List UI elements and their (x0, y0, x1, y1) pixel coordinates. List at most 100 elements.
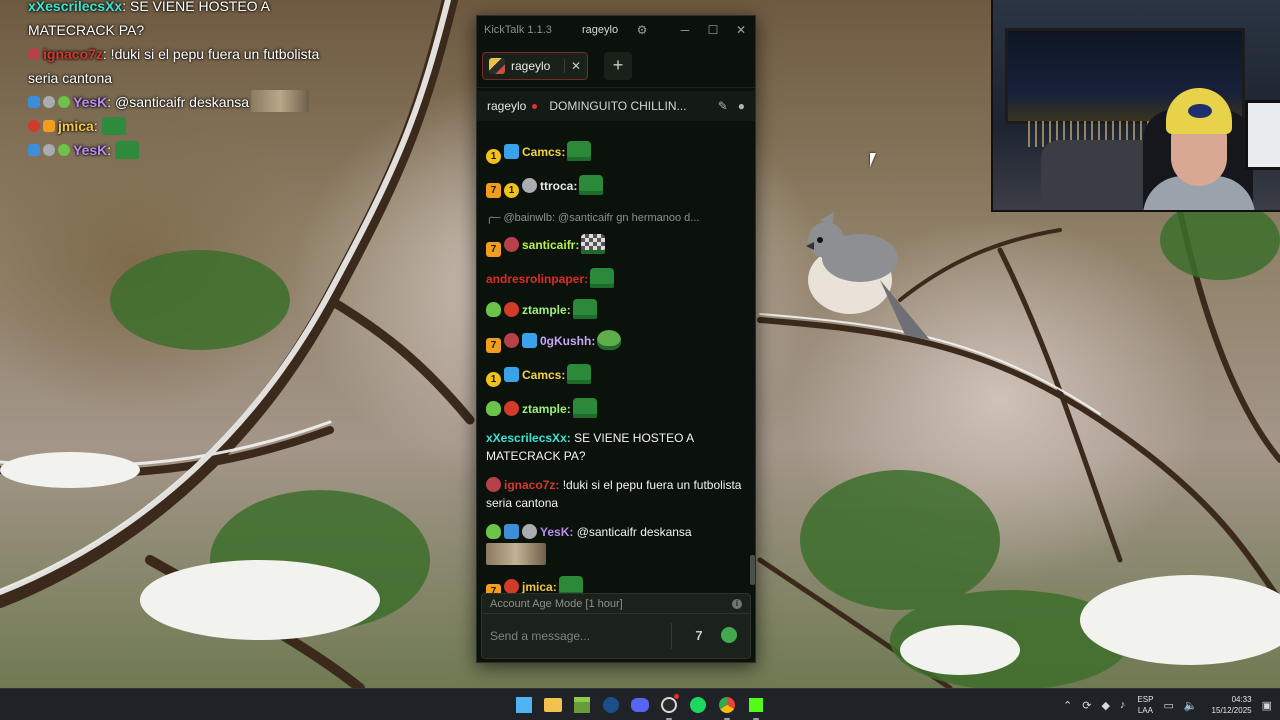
check-emote[interactable] (581, 234, 606, 254)
green-emote[interactable] (572, 299, 597, 319)
blue-badge-icon[interactable] (504, 367, 519, 382)
orange-badge-icon[interactable]: 7 (486, 584, 501, 593)
chat-username[interactable]: ignaco7z (504, 478, 555, 492)
add-tab-button[interactable]: + (604, 51, 632, 80)
green-emote[interactable] (567, 364, 592, 384)
live-indicator-icon (532, 103, 538, 109)
message-composer: Account Age Mode [1 hour] i 7 (481, 593, 751, 659)
close-icon[interactable]: ✕ (727, 23, 755, 37)
kick-icon[interactable] (744, 693, 768, 720)
overlay-message-text: !duki si el pepu fuera un futbolista (106, 46, 320, 62)
overlay-username: ignaco7z (43, 46, 103, 62)
green-emote[interactable] (579, 175, 604, 195)
silver-badge-icon[interactable] (522, 524, 537, 539)
green-emote[interactable] (572, 398, 597, 418)
red-badge-icon[interactable] (504, 401, 519, 416)
gear-icon[interactable]: ⚙ (628, 23, 656, 37)
green-emote[interactable] (558, 576, 583, 593)
pin-icon[interactable]: ✎ (718, 99, 728, 113)
chat-username[interactable]: santicaifr (522, 238, 575, 252)
sword-badge-icon (28, 96, 40, 108)
chat-scrollbar[interactable] (750, 141, 755, 593)
tab-close-icon[interactable]: ✕ (563, 58, 581, 73)
orange-badge-icon[interactable]: 7 (486, 338, 501, 353)
gold-badge-icon[interactable]: 1 (486, 149, 501, 164)
chat-username[interactable]: Camcs (522, 368, 561, 382)
chat-username[interactable]: ztample (522, 303, 567, 317)
gold-badge-icon[interactable]: 1 (486, 372, 501, 387)
keyboard-layout: LAA (1137, 706, 1153, 715)
chat-message: ignaco7z: !duki si el pepu fuera un futb… (486, 476, 743, 512)
alien-badge-icon[interactable] (486, 302, 501, 317)
username-separator: : (566, 402, 571, 416)
minecraft-icon[interactable] (570, 693, 594, 717)
green-emote[interactable] (567, 141, 592, 161)
message-input[interactable] (490, 629, 661, 643)
chat-username[interactable]: Camcs (522, 145, 561, 159)
blue-badge-icon[interactable] (504, 144, 519, 159)
silver-badge-icon[interactable] (522, 178, 537, 193)
mask-badge-icon (28, 48, 40, 60)
silver-badge-icon (43, 144, 55, 156)
chat-username[interactable]: xXescrilecsXx (486, 431, 567, 445)
window-titlebar[interactable]: KickTalk 1.1.3 rageylo ⚙ ─ ☐ ✕ (477, 16, 755, 44)
chat-username[interactable]: YesK (540, 525, 569, 539)
language-indicator[interactable]: ESP LAA (1137, 694, 1153, 716)
kick-emote-button[interactable]: 7 (686, 623, 712, 649)
emote-picker-button[interactable] (716, 623, 742, 649)
file-explorer-icon[interactable] (541, 693, 565, 717)
orange-badge-icon[interactable]: 7 (486, 242, 501, 257)
overlay-chat-line-continued: seria cantona (28, 66, 358, 90)
scrollbar-thumb[interactable] (750, 555, 755, 585)
minimize-icon[interactable]: ─ (671, 23, 699, 37)
red-badge-icon[interactable] (504, 579, 519, 593)
steam-icon[interactable] (599, 693, 623, 717)
silver-badge-icon (43, 96, 55, 108)
clock-time: 04:33 (1231, 695, 1252, 704)
spotify-icon[interactable] (686, 693, 710, 717)
mask-badge-icon[interactable] (486, 477, 501, 492)
tab-rageylo[interactable]: rageylo ✕ (482, 51, 588, 80)
shield-icon[interactable]: ◆ (1101, 699, 1109, 712)
sword-badge-icon[interactable] (504, 524, 519, 539)
green-emote[interactable] (590, 268, 615, 288)
user-icon[interactable]: ● (738, 99, 745, 113)
chat-username[interactable]: ztample (522, 402, 567, 416)
reply-preview: ╭─ @bainwlb: @santicaifr gn hermanoo d..… (486, 212, 700, 224)
chat-username[interactable]: 0gKushh (540, 334, 591, 348)
blue-badge-icon[interactable] (522, 333, 537, 348)
clock[interactable]: 04:33 15/12/2025 (1212, 694, 1252, 716)
alien-badge-icon[interactable] (486, 401, 501, 416)
sync-icon[interactable]: ⟳ (1082, 699, 1091, 712)
overlay-chat-line: jmica: (28, 114, 358, 138)
maximize-icon[interactable]: ☐ (699, 23, 727, 37)
pepe-emote[interactable] (597, 330, 622, 350)
notification-icon[interactable]: ▣ (1262, 699, 1272, 712)
discord-icon[interactable] (628, 693, 652, 717)
chat-message: ztample: (486, 398, 743, 418)
red-badge-icon[interactable] (504, 302, 519, 317)
chevron-up-icon[interactable]: ⌃ (1063, 699, 1072, 712)
network-icon[interactable]: ▭ (1163, 699, 1173, 712)
chat-mode-text: Account Age Mode [1 hour] (490, 597, 623, 610)
info-icon[interactable]: i (732, 598, 742, 609)
chat-message: 1 Camcs: (486, 364, 743, 387)
mask-badge-icon[interactable] (504, 333, 519, 348)
stream-title: DOMINGUITO CHILLIN... (549, 99, 687, 113)
username-separator: : (561, 368, 566, 382)
chat-username[interactable]: ttroca (540, 179, 573, 193)
chat-username[interactable]: andresrolinpaper (486, 272, 584, 286)
volume-icon[interactable]: 🔈 (1184, 699, 1198, 712)
gold-badge-icon[interactable]: 1 (504, 183, 519, 198)
chat-messages[interactable]: 1 Camcs: 7 1 ttroca: ╭─ @bainwlb: @santicaifr… (477, 141, 751, 593)
chat-username[interactable]: jmica (522, 580, 553, 593)
image-emote[interactable] (486, 543, 546, 565)
windows-start-icon[interactable] (512, 693, 536, 717)
microphone-icon[interactable]: ♪ (1120, 699, 1126, 711)
obs-icon[interactable] (657, 693, 681, 720)
language-code: ESP (1137, 695, 1154, 704)
mask-badge-icon[interactable] (504, 237, 519, 252)
chrome-icon[interactable] (715, 693, 739, 720)
alien-badge-icon[interactable] (486, 524, 501, 539)
orange-badge-icon[interactable]: 7 (486, 183, 501, 198)
